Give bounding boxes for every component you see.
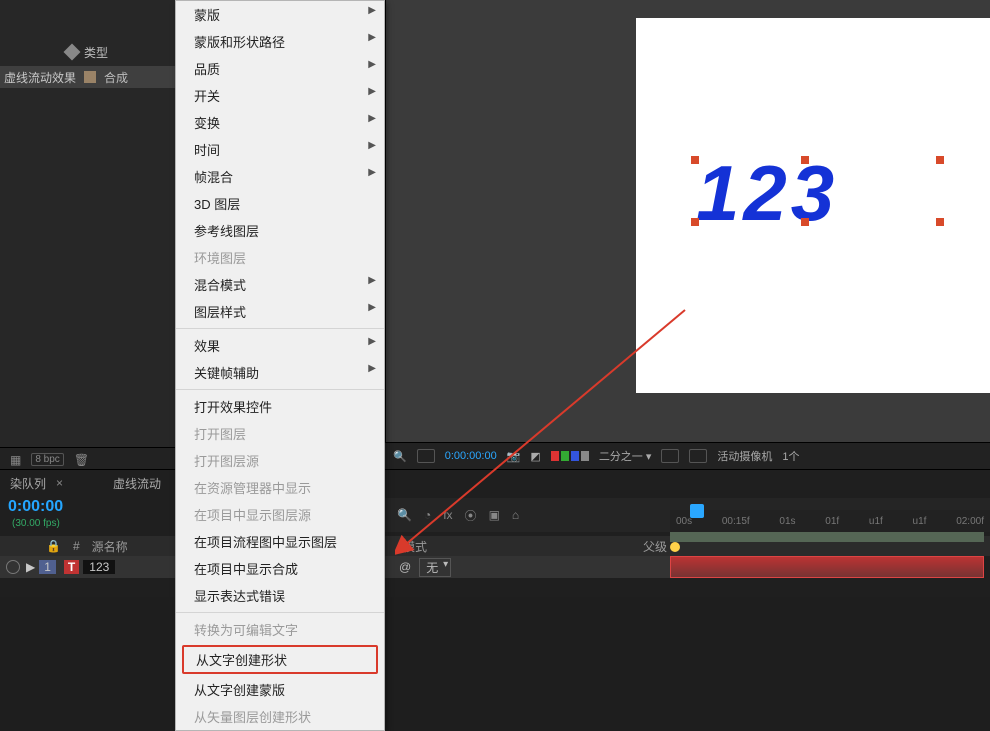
folder-icon[interactable]: ▦	[10, 453, 21, 467]
menu-create-masks-from-text[interactable]: 从文字创建蒙版	[176, 676, 384, 703]
selection-handle[interactable]	[801, 156, 809, 164]
bpc-toggle[interactable]: 8 bpc	[31, 453, 63, 466]
menu-mask-shape-path[interactable]: 蒙版和形状路径	[176, 28, 384, 55]
layer-index: 1	[39, 560, 56, 574]
trash-icon[interactable]: 🗑	[74, 453, 89, 467]
menu-time[interactable]: 时间	[176, 136, 384, 163]
current-time-display[interactable]: 0:00:00	[8, 498, 63, 516]
menu-show-expression-errors[interactable]: 显示表达式错误	[176, 582, 384, 609]
menu-open-layer-source: 打开图层源	[176, 447, 384, 474]
parent-dropdown[interactable]: 无	[419, 558, 451, 577]
tab-close-icon[interactable]: ×	[56, 476, 63, 490]
layer-duration-bar[interactable]	[670, 556, 984, 578]
layer-mode-row: @ 无	[385, 556, 670, 578]
col-lock-icon[interactable]: 🔒	[40, 539, 67, 553]
menu-create-shapes-from-vector: 从矢量图层创建形状	[176, 703, 384, 730]
visibility-toggle[interactable]	[6, 560, 20, 574]
menu-blend-mode[interactable]: 混合模式	[176, 271, 384, 298]
menu-mask[interactable]: 蒙版	[176, 1, 384, 28]
selection-handle[interactable]	[801, 218, 809, 226]
menu-guide-layer[interactable]: 参考线图层	[176, 217, 384, 244]
mask-toggle[interactable]	[689, 449, 707, 463]
project-item-type: 合成	[104, 69, 128, 86]
tab-composition[interactable]: 虚线流动	[113, 475, 161, 492]
text-layer-123[interactable]: 123	[696, 148, 838, 239]
menu-quality[interactable]: 品质	[176, 55, 384, 82]
col-number: #	[67, 539, 86, 553]
composition-viewer[interactable]: 123	[385, 0, 990, 442]
menu-layer-style[interactable]: 图层样式	[176, 298, 384, 325]
menu-reveal-layer-source: 在项目中显示图层源	[176, 501, 384, 528]
work-area-start[interactable]	[670, 542, 680, 552]
channel-icons[interactable]	[551, 451, 589, 461]
menu-frame-blend[interactable]: 帧混合	[176, 163, 384, 190]
view-count-dropdown[interactable]: 1个	[782, 448, 799, 464]
parent-pickwhip-icon[interactable]: @	[399, 560, 411, 574]
menu-switch[interactable]: 开关	[176, 82, 384, 109]
shy-icon[interactable]: ◔	[424, 508, 431, 522]
layer-name[interactable]: 123	[83, 560, 115, 574]
timeline-panel: 染队列 × 虚线流动 0:00:00 (30.00 fps) 🔒 # 源名称 ▶…	[0, 469, 990, 597]
camera-dropdown[interactable]: 活动摄像机	[717, 448, 772, 464]
text-layer-icon: T	[64, 560, 79, 574]
project-header: 类型	[0, 40, 175, 64]
snapshot-icon[interactable]: 📷	[507, 450, 521, 463]
selection-handle[interactable]	[936, 218, 944, 226]
grid-toggle[interactable]	[417, 449, 435, 463]
time-ruler[interactable]: 00s 00:15f 01s 01f u1f u1f 02:00f	[670, 510, 990, 532]
selection-handle[interactable]	[936, 156, 944, 164]
menu-reveal-comp[interactable]: 在项目中显示合成	[176, 555, 384, 582]
menu-3d-layer[interactable]: 3D 图层	[176, 190, 384, 217]
fps-display: (30.00 fps)	[12, 518, 60, 529]
search-icon[interactable]: 🔍	[397, 508, 412, 522]
menu-reveal-explorer: 在资源管理器中显示	[176, 474, 384, 501]
tab-render-queue[interactable]: 染队列	[10, 475, 46, 492]
tag-icon	[64, 44, 81, 61]
fx-icon[interactable]: fx	[443, 508, 452, 522]
mode-column: 模式	[403, 538, 427, 555]
col-source-name[interactable]: 源名称	[86, 538, 134, 555]
composition-canvas[interactable]: 123	[636, 18, 990, 393]
menu-create-shapes-from-text[interactable]: 从文字创建形状	[182, 645, 378, 674]
transparency-toggle[interactable]	[661, 449, 679, 463]
project-item-name: 虚线流动效果	[4, 69, 76, 86]
selection-handle[interactable]	[691, 218, 699, 226]
brain-icon[interactable]: ⌂	[512, 508, 519, 522]
menu-open-effect-controls[interactable]: 打开效果控件	[176, 393, 384, 420]
menu-convert-editable-text: 转换为可编辑文字	[176, 616, 384, 643]
work-area-bar[interactable]	[670, 532, 984, 542]
menu-effect[interactable]: 效果	[176, 332, 384, 359]
playhead[interactable]	[690, 504, 704, 518]
graph-icon[interactable]: ▣	[489, 508, 500, 522]
comp-swatch	[84, 71, 96, 83]
selection-handle[interactable]	[691, 156, 699, 164]
menu-open-layer: 打开图层	[176, 420, 384, 447]
menu-env-layer: 环境图层	[176, 244, 384, 271]
project-item-row[interactable]: 虚线流动效果 合成	[0, 66, 175, 88]
viewer-timecode[interactable]: 0:00:00:00	[445, 450, 497, 462]
magnify-icon[interactable]: 🔍	[393, 450, 407, 463]
region-icon[interactable]: ◩	[530, 450, 540, 463]
resolution-dropdown[interactable]: 二分之一 ▾	[599, 448, 652, 464]
menu-keyframe-assist[interactable]: 关键帧辅助	[176, 359, 384, 386]
project-footer: ▦ 8 bpc 🗑	[0, 447, 175, 471]
expand-arrow-icon[interactable]: ▶	[26, 560, 35, 574]
project-column-type: 类型	[84, 44, 108, 61]
motion-blur-icon[interactable]: ⦿	[465, 507, 477, 524]
layer-context-menu: 蒙版 蒙版和形状路径 品质 开关 变换 时间 帧混合 3D 图层 参考线图层 环…	[175, 0, 385, 731]
menu-reveal-in-flowchart[interactable]: 在项目流程图中显示图层	[176, 528, 384, 555]
timeline-tabs: 染队列 × 虚线流动	[0, 470, 161, 496]
parent-column: 父级	[643, 538, 667, 555]
menu-transform[interactable]: 变换	[176, 109, 384, 136]
viewer-footer: 🔍 0:00:00:00 📷 ◩ 二分之一 ▾ 活动摄像机 1个	[385, 442, 990, 469]
